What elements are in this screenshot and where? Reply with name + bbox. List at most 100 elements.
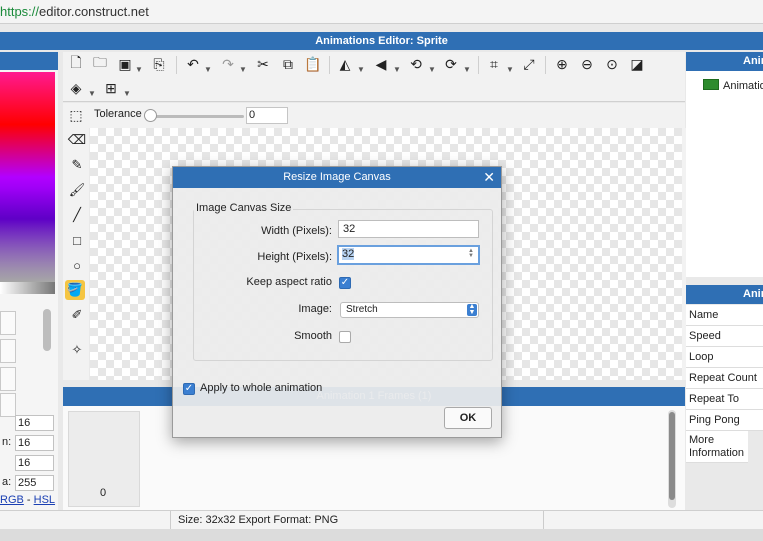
animation-list-item[interactable]: Animation 1 [703, 79, 763, 92]
width-label: Width (Pixels): [261, 225, 332, 237]
chevron-down-icon[interactable]: ▼ [239, 60, 247, 78]
property-loop[interactable]: Loop [686, 347, 763, 368]
height-stepper[interactable]: ▲ ▼ [468, 248, 474, 259]
select-arrow-icon: ▲ ▼ [467, 303, 477, 316]
fill-bucket-icon[interactable]: 🪣 [65, 280, 85, 300]
tolerance-input[interactable]: 0 [246, 107, 288, 124]
chevron-down-icon[interactable]: ▼ [88, 84, 96, 102]
close-icon[interactable]: ✕ [483, 169, 495, 185]
zoom-reset-icon[interactable]: ⊙ [603, 55, 621, 73]
save-icon[interactable]: ▣ [116, 55, 134, 73]
smooth-checkbox[interactable] [339, 331, 351, 343]
properties-header: Animation properties [686, 285, 763, 304]
width-input[interactable]: 32 [338, 220, 479, 238]
chevron-down-icon[interactable]: ▼ [506, 60, 514, 78]
tolerance-slider-knob[interactable] [144, 109, 157, 122]
chevron-down-icon[interactable]: ▼ [135, 60, 143, 78]
color-panel-scrollbar[interactable] [43, 309, 51, 351]
url-text[interactable]: https://editor.construct.net [0, 4, 149, 19]
gray-ramp[interactable] [0, 282, 55, 294]
status-bar: Size: 32x32 Export Format: PNG [0, 510, 763, 530]
color-field-input[interactable]: 16 [15, 415, 54, 431]
export-icon[interactable]: ⎘ [150, 55, 168, 73]
property-ping-pong[interactable]: Ping Pong [686, 410, 763, 431]
grid-icon[interactable]: ⊞ [102, 79, 120, 97]
color-swatch[interactable] [0, 367, 16, 391]
eyedropper-icon[interactable]: ✐ [67, 305, 87, 325]
ok-button[interactable]: OK [444, 407, 492, 429]
background-toggle-icon[interactable]: ◪ [628, 55, 646, 73]
property-name[interactable]: Name [686, 305, 763, 326]
smooth-label: Smooth [294, 330, 332, 342]
rotate-ccw-icon[interactable]: ⟲ [407, 55, 425, 73]
image-select[interactable]: Stretch ▲ ▼ [340, 302, 479, 318]
browser-url-bar[interactable]: https://editor.construct.net [0, 0, 763, 24]
flip-vertical-icon[interactable]: ◀ [372, 55, 390, 73]
color-picker-area[interactable] [0, 72, 55, 282]
color-swatch[interactable] [0, 339, 16, 363]
color-swatch[interactable] [0, 393, 16, 417]
zoom-out-icon[interactable]: ⊖ [578, 55, 596, 73]
chevron-down-icon[interactable]: ▼ [393, 60, 401, 78]
redo-icon[interactable]: ↷ [219, 55, 237, 73]
rotate-cw-icon[interactable]: ⟳ [442, 55, 460, 73]
chevron-down-icon[interactable]: ▼ [123, 84, 131, 102]
color-field-r: 16 [0, 415, 56, 431]
color-field-input[interactable]: 16 [15, 435, 54, 451]
chevron-down-icon[interactable]: ▼ [204, 60, 212, 78]
property-repeat-to[interactable]: Repeat To [686, 389, 763, 410]
color-field-a: a: 255 [0, 475, 56, 491]
height-input[interactable]: 32 [337, 245, 480, 265]
layers-icon[interactable]: ◈ [67, 79, 85, 97]
color-panel-header [0, 52, 58, 70]
image-label: Image: [298, 303, 332, 315]
color-field-input[interactable]: 16 [15, 455, 54, 471]
select-rect-icon[interactable]: ⬚ [67, 106, 85, 124]
scrollbar-thumb[interactable] [669, 412, 675, 500]
resize-icon[interactable]: ⤢ [520, 55, 538, 73]
frames-scrollbar[interactable] [668, 410, 676, 508]
apply-whole-animation-checkbox[interactable]: ✓ [183, 383, 195, 395]
brush-icon[interactable]: 🖌 [67, 180, 87, 200]
rectangle-icon[interactable]: □ [67, 230, 87, 250]
height-label: Height (Pixels): [257, 251, 332, 263]
undo-icon[interactable]: ↶ [184, 55, 202, 73]
tolerance-slider[interactable] [148, 115, 244, 118]
status-text: Size: 32x32 Export Format: PNG [178, 514, 339, 526]
toolbar-separator [176, 56, 177, 74]
zoom-in-icon[interactable]: ⊕ [553, 55, 571, 73]
keep-aspect-label: Keep aspect ratio [246, 276, 332, 288]
eraser-icon[interactable]: ⌫ [67, 130, 87, 150]
color-swatch[interactable] [0, 311, 16, 335]
property-speed[interactable]: Speed [686, 326, 763, 347]
flip-horizontal-icon[interactable]: ◭ [336, 55, 354, 73]
color-mode-links: RGB - HSL [0, 494, 56, 506]
crop-icon[interactable]: ⌗ [485, 55, 503, 73]
chevron-down-icon[interactable]: ▼ [428, 60, 436, 78]
ellipse-icon[interactable]: ○ [67, 255, 87, 275]
rgb-link[interactable]: RGB [0, 494, 24, 506]
origin-point-icon[interactable]: ✧ [67, 340, 87, 360]
chevron-down-icon[interactable]: ▼ [463, 60, 471, 78]
animation-icon [703, 79, 719, 90]
tolerance-label: Tolerance [94, 108, 142, 120]
chevron-down-icon[interactable]: ▼ [357, 60, 365, 78]
paste-icon[interactable]: 📋 [304, 55, 322, 73]
toolbar-separator [478, 56, 479, 74]
hsl-link[interactable]: HSL [34, 494, 55, 506]
cut-icon[interactable]: ✂ [254, 55, 272, 73]
pencil-icon[interactable]: ✎ [67, 155, 87, 175]
color-field-b: 16 [0, 455, 56, 471]
window-title: Animations Editor: Sprite [0, 32, 763, 50]
property-repeat-count[interactable]: Repeat Count [686, 368, 763, 389]
color-field-input[interactable]: 255 [15, 475, 54, 491]
apply-whole-animation-label: Apply to whole animation [200, 382, 323, 394]
copy-icon[interactable]: ⧉ [279, 55, 297, 73]
toolbar-separator [329, 56, 330, 74]
open-folder-icon[interactable]: 🗀 [91, 54, 109, 73]
line-icon[interactable]: ╱ [67, 205, 87, 225]
property-more-information[interactable]: More Information [686, 431, 748, 463]
panel-gap [686, 277, 763, 285]
new-file-icon[interactable]: 🗋 [67, 54, 85, 73]
keep-aspect-checkbox[interactable]: ✓ [339, 277, 351, 289]
